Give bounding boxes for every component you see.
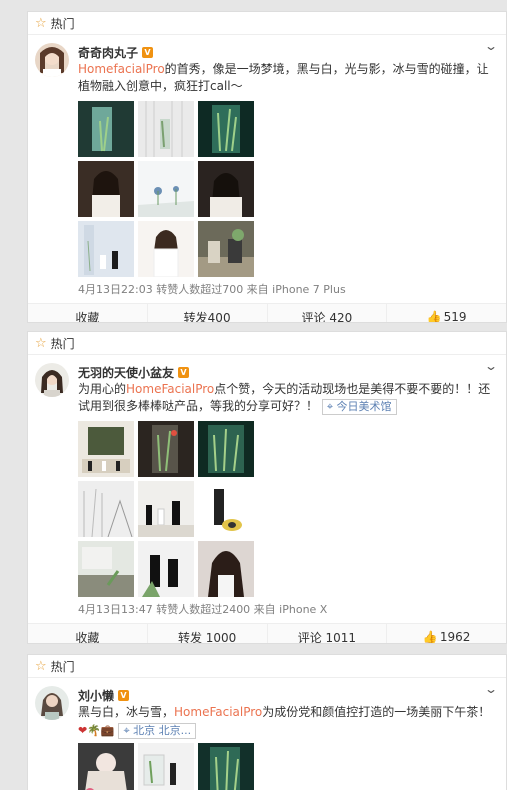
post-text: 为用心的HomeFacialPro点个赞，今天的活动现场也是美得不要不要的！！还… <box>78 382 491 415</box>
thumbs-up-icon: 👍 <box>426 310 442 323</box>
user-name[interactable]: 奇奇肉丸子 <box>78 44 138 61</box>
brand-link[interactable]: HomefacialPro <box>78 62 165 76</box>
brand-link[interactable]: HomeFacialPro <box>174 705 262 719</box>
like-button[interactable]: 👍 1962 <box>387 624 506 644</box>
post-text: HomefacialPro的首秀，像是一场梦境，黑与白，光与影，冰与雪的碰撞，让… <box>78 62 489 93</box>
photo[interactable] <box>198 221 254 277</box>
photo[interactable] <box>198 541 254 597</box>
user-name[interactable]: 无羽的天使小盆友 <box>78 364 174 381</box>
user-name[interactable]: 刘小懒 <box>78 687 114 704</box>
verified-icon: V <box>118 689 130 701</box>
thumbs-up-icon: 👍 <box>422 630 438 644</box>
photo[interactable] <box>78 421 134 477</box>
star-icon: ☆ <box>35 335 47 351</box>
avatar[interactable] <box>35 43 69 77</box>
hot-header: ☆ 热门 <box>28 12 506 35</box>
photo[interactable] <box>138 743 194 790</box>
photo[interactable] <box>78 101 134 157</box>
repost-button[interactable]: 转发400 <box>148 304 268 322</box>
hot-label: 热门 <box>50 16 75 31</box>
verified-icon: V <box>178 366 190 378</box>
photo[interactable] <box>78 481 134 537</box>
photo[interactable] <box>78 221 134 277</box>
chevron-down-icon[interactable]: ⌄ <box>484 359 498 373</box>
chevron-down-icon[interactable]: ⌄ <box>484 39 498 53</box>
photo[interactable] <box>78 161 134 217</box>
location-pin-icon: ⌖ <box>123 724 130 737</box>
post-text: 黑与白，冰与雪，HomeFacialPro为成份党和颜值控打造的一场美丽下午茶！ <box>78 705 491 719</box>
post-card-1: ☆ 热门 ⌄ 奇奇肉丸子 V HomefacialPro的首秀，像是一场梦境，黑… <box>27 11 507 323</box>
photo[interactable] <box>138 541 194 597</box>
location-tag[interactable]: ⌖ 今日美术馆 <box>321 399 397 415</box>
hot-header: ☆ 热门 <box>28 655 506 678</box>
post-meta: 4月13日13:47 转赞人数超过2400 来自 iPhone X <box>78 603 328 616</box>
post-card-3: ☆ 热门 ⌄ 刘小懒 V 黑与白，冰与雪，HomeFacialPro为成份党和颜… <box>27 654 507 790</box>
photo[interactable] <box>78 541 134 597</box>
star-icon: ☆ <box>35 658 47 674</box>
location-tag[interactable]: ⌖ 北京 北京... <box>118 723 197 739</box>
collect-button[interactable]: 收藏 <box>28 624 148 643</box>
photo-grid <box>78 743 506 790</box>
photo[interactable] <box>138 481 194 537</box>
comment-button[interactable]: 评论 1011 <box>268 624 388 643</box>
brand-link[interactable]: HomeFacialPro <box>126 382 214 396</box>
star-icon: ☆ <box>35 15 47 31</box>
photo[interactable] <box>138 221 194 277</box>
post-meta: 4月13日22:03 转赞人数超过700 来自 iPhone 7 Plus <box>78 283 346 296</box>
photo[interactable] <box>138 421 194 477</box>
chevron-down-icon[interactable]: ⌄ <box>484 682 498 696</box>
photo[interactable] <box>198 101 254 157</box>
photo[interactable] <box>198 161 254 217</box>
photo[interactable] <box>198 421 254 477</box>
hot-header: ☆ 热门 <box>28 332 506 355</box>
photo[interactable] <box>198 481 254 537</box>
action-bar: 收藏 转发400 评论 420 👍 519 <box>28 303 506 323</box>
photo-grid <box>78 101 506 277</box>
hot-label: 热门 <box>50 659 75 674</box>
action-bar: 收藏 转发 1000 评论 1011 👍 1962 <box>28 623 506 644</box>
photo[interactable] <box>198 743 254 790</box>
photo[interactable] <box>138 161 194 217</box>
photo[interactable] <box>138 101 194 157</box>
photo[interactable] <box>78 743 134 790</box>
hot-label: 热门 <box>50 336 75 351</box>
like-button[interactable]: 👍 519 <box>387 304 506 323</box>
avatar[interactable] <box>35 363 69 397</box>
emoji-icons: ❤🌴💼 <box>78 724 115 737</box>
repost-button[interactable]: 转发 1000 <box>148 624 268 643</box>
location-pin-icon: ⌖ <box>326 400 334 413</box>
photo-grid <box>78 421 506 597</box>
comment-button[interactable]: 评论 420 <box>268 304 388 322</box>
collect-button[interactable]: 收藏 <box>28 304 148 322</box>
avatar[interactable] <box>35 686 69 720</box>
post-card-2: ☆ 热门 ⌄ 无羽的天使小盆友 V 为用心的HomeFacialPro点个赞，今… <box>27 331 507 644</box>
verified-icon: V <box>142 46 154 58</box>
